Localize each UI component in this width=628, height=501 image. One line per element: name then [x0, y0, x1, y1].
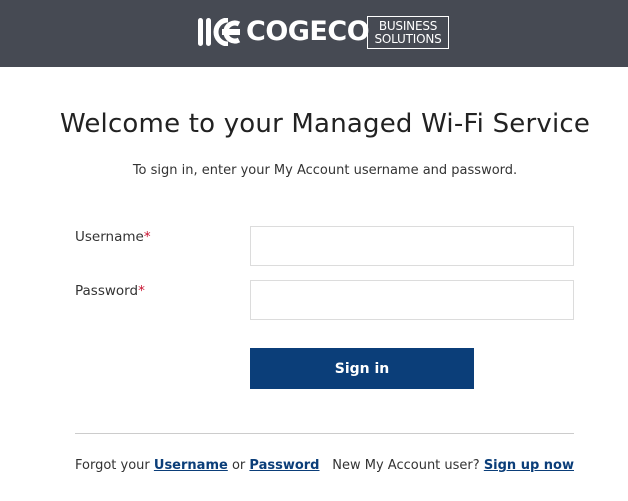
signup-text: New My Account user? Sign up now	[332, 457, 574, 475]
forgot-username-link[interactable]: Username	[154, 458, 228, 473]
password-label-text: Password	[75, 283, 139, 299]
new-user-prefix: New My Account user?	[332, 458, 480, 473]
username-label: Username*	[75, 228, 151, 246]
required-marker: *	[138, 283, 145, 299]
page-title: Welcome to your Managed Wi-Fi Service	[59, 109, 591, 139]
forgot-credentials-text: Forgot your Username or Password	[75, 457, 320, 475]
username-label-text: Username	[75, 229, 144, 245]
forgot-or: or	[231, 458, 246, 473]
badge-line-2: SOLUTIONS	[374, 32, 442, 46]
username-input[interactable]	[250, 226, 574, 266]
password-label: Password*	[75, 282, 145, 300]
cogeco-logo-icon	[198, 18, 241, 46]
required-marker: *	[143, 229, 151, 245]
sign-in-button[interactable]: Sign in	[250, 348, 474, 389]
header-bar: COGECO BUSINESS SOLUTIONS	[0, 0, 628, 67]
page-subtitle: To sign in, enter your My Account userna…	[132, 163, 518, 178]
business-solutions-badge: BUSINESS SOLUTIONS	[367, 16, 449, 49]
login-page: COGECO BUSINESS SOLUTIONS Welcome to you…	[0, 0, 628, 501]
brand-wordmark: COGECO	[246, 16, 370, 47]
footer-divider	[75, 433, 574, 434]
forgot-password-link[interactable]: Password	[249, 458, 319, 473]
sign-up-link[interactable]: Sign up now	[484, 458, 574, 473]
forgot-prefix: Forgot your	[75, 458, 150, 473]
password-input[interactable]	[250, 280, 574, 320]
